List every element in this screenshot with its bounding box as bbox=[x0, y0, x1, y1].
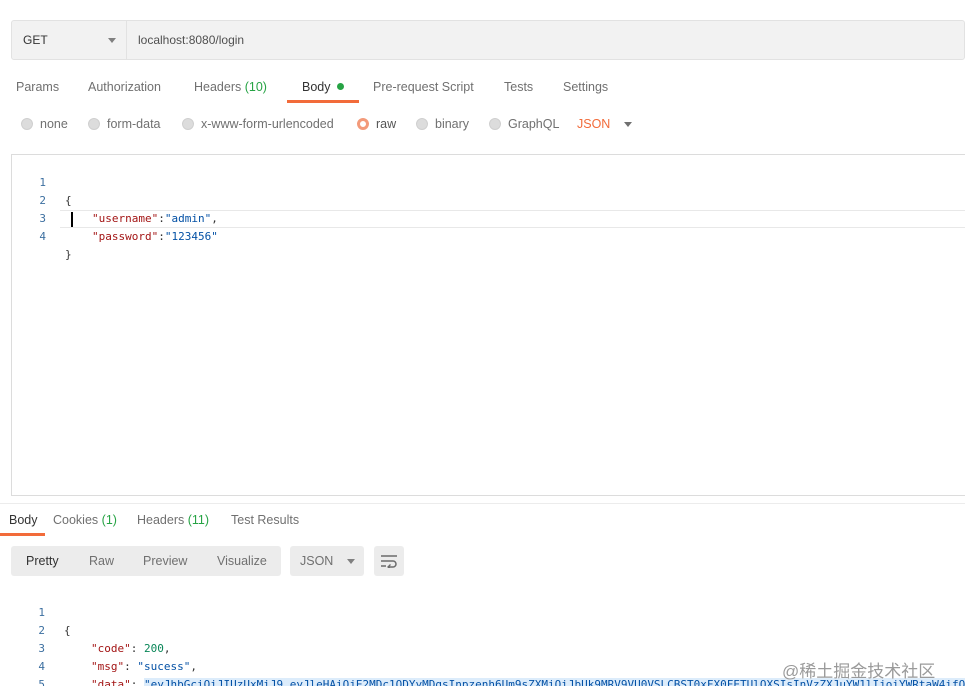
code-line: 2 "code": 200, bbox=[11, 604, 170, 655]
tab-authorization[interactable]: Authorization bbox=[88, 72, 161, 102]
line-number: 4 bbox=[39, 230, 46, 243]
json-value: "123456" bbox=[164, 230, 218, 243]
code-text: "msg": "sucess", bbox=[91, 660, 197, 673]
divider bbox=[0, 503, 965, 504]
tab-label: Headers bbox=[194, 80, 242, 94]
tab-label: Body bbox=[302, 80, 331, 94]
radio-binary[interactable]: binary bbox=[416, 114, 469, 134]
code-line: 3 "msg": "sucess", bbox=[11, 622, 197, 673]
code-text: } bbox=[65, 248, 72, 261]
radio-label: form-data bbox=[107, 117, 161, 131]
line-number: 5 bbox=[38, 678, 45, 686]
radio-label: x-www-form-urlencoded bbox=[201, 117, 334, 131]
modified-dot-icon bbox=[336, 83, 344, 90]
radio-label: GraphQL bbox=[508, 117, 560, 131]
response-headers-count: (11) bbox=[187, 513, 210, 527]
tab-label: Tests bbox=[504, 80, 534, 94]
tab-label: Body bbox=[9, 513, 38, 527]
code-text: "password":"123456" bbox=[92, 230, 218, 243]
json-key: "data" bbox=[91, 678, 131, 686]
json-value: "sucess" bbox=[137, 660, 191, 673]
radio-circle-icon bbox=[182, 118, 194, 130]
tab-label: Authorization bbox=[88, 80, 161, 94]
tab-settings[interactable]: Settings bbox=[563, 72, 608, 102]
tab-tests[interactable]: Tests bbox=[504, 72, 533, 102]
radio-graphql[interactable]: GraphQL bbox=[489, 114, 559, 134]
cookies-count: (1) bbox=[101, 513, 117, 527]
watermark: @稀土掘金技术社区 bbox=[782, 662, 936, 681]
radio-circle-icon bbox=[88, 118, 100, 130]
view-pretty-button[interactable]: Pretty bbox=[26, 546, 59, 576]
body-type-options: none form-data x-www-form-urlencoded raw… bbox=[0, 114, 965, 134]
radio-none[interactable]: none bbox=[21, 114, 68, 134]
json-value: "admin" bbox=[164, 212, 212, 225]
tab-params[interactable]: Params bbox=[16, 72, 59, 102]
code-line: 4 "data": "eyJhbGciOiJIUzUxMiJ9.eyJleHAi… bbox=[11, 640, 965, 686]
wrap-lines-icon bbox=[381, 555, 397, 568]
response-format-label: JSON bbox=[300, 554, 334, 568]
radio-label: binary bbox=[435, 117, 470, 131]
code-text: "username":"admin", bbox=[92, 212, 218, 225]
code-text: "code": 200, bbox=[91, 642, 171, 655]
request-tabs: Params Authorization Headers (10) Body P… bbox=[0, 72, 965, 104]
code-line: 1 { bbox=[11, 586, 70, 637]
code-line: 2 "username":"admin", bbox=[12, 174, 217, 225]
method-label: GET bbox=[23, 33, 48, 47]
json-key: "msg" bbox=[91, 660, 125, 673]
tab-pre-request-script[interactable]: Pre-request Script bbox=[373, 72, 474, 102]
radio-circle-icon bbox=[21, 118, 33, 130]
body-language-select[interactable]: JSON bbox=[577, 114, 633, 134]
code-line: 3 "password":"123456" bbox=[12, 192, 217, 243]
code-text: { bbox=[65, 194, 72, 207]
tab-response-body[interactable]: Body bbox=[9, 507, 38, 533]
tab-label: Pre-request Script bbox=[373, 80, 474, 94]
chevron-down-icon bbox=[108, 37, 116, 43]
radio-form-data[interactable]: form-data bbox=[88, 114, 161, 134]
view-raw-button[interactable]: Raw bbox=[89, 546, 114, 576]
tab-body[interactable]: Body bbox=[302, 72, 344, 102]
tab-cookies[interactable]: Cookies (1) bbox=[53, 507, 117, 533]
code-text: { bbox=[64, 624, 71, 637]
wrap-lines-button[interactable] bbox=[374, 546, 404, 576]
body-language-label: JSON bbox=[577, 117, 611, 131]
headers-count: (10) bbox=[244, 80, 267, 94]
code-line: 4 } bbox=[12, 210, 71, 261]
json-key: "username" bbox=[92, 212, 159, 225]
json-key: "code" bbox=[91, 642, 131, 655]
url-text: localhost:8080/login bbox=[138, 33, 245, 47]
tab-response-headers[interactable]: Headers (11) bbox=[137, 507, 209, 533]
view-preview-button[interactable]: Preview bbox=[143, 546, 187, 576]
tab-test-results[interactable]: Test Results bbox=[231, 507, 299, 533]
chevron-down-icon bbox=[347, 558, 356, 564]
tab-label: Cookies bbox=[53, 513, 99, 527]
view-mode-group: Pretty Raw Preview Visualize bbox=[11, 546, 281, 576]
tab-label: Test Results bbox=[231, 513, 300, 527]
method-select[interactable]: GET bbox=[12, 21, 127, 59]
radio-circle-icon bbox=[489, 118, 501, 130]
radio-raw[interactable]: raw bbox=[357, 114, 396, 134]
view-visualize-button[interactable]: Visualize bbox=[217, 546, 267, 576]
radio-label: raw bbox=[376, 117, 397, 131]
code-line: 5 } bbox=[11, 658, 45, 686]
radio-label: none bbox=[40, 117, 68, 131]
radio-circle-icon bbox=[357, 118, 369, 130]
active-tab-indicator bbox=[0, 533, 45, 536]
tab-label: Settings bbox=[563, 80, 609, 94]
tab-label: Params bbox=[16, 80, 60, 94]
radio-circle-icon bbox=[416, 118, 428, 130]
code-line: 1 { bbox=[12, 156, 71, 207]
request-url-bar: GET localhost:8080/login bbox=[11, 20, 965, 60]
tab-headers[interactable]: Headers (10) bbox=[194, 72, 267, 102]
response-format-select[interactable]: JSON bbox=[290, 546, 364, 576]
json-value: 200 bbox=[144, 642, 164, 655]
url-input[interactable]: localhost:8080/login bbox=[127, 21, 964, 59]
response-tabs: Body Cookies (1) Headers (11) Test Resul… bbox=[0, 507, 965, 535]
text-cursor bbox=[71, 212, 73, 227]
tab-label: Headers bbox=[137, 513, 185, 527]
radio-x-www-form-urlencoded[interactable]: x-www-form-urlencoded bbox=[182, 114, 334, 134]
chevron-down-icon bbox=[624, 121, 633, 127]
json-key: "password" bbox=[92, 230, 159, 243]
request-body-editor[interactable]: 1 { 2 "username":"admin", 3 "password":"… bbox=[11, 154, 965, 496]
active-tab-indicator bbox=[287, 100, 359, 103]
